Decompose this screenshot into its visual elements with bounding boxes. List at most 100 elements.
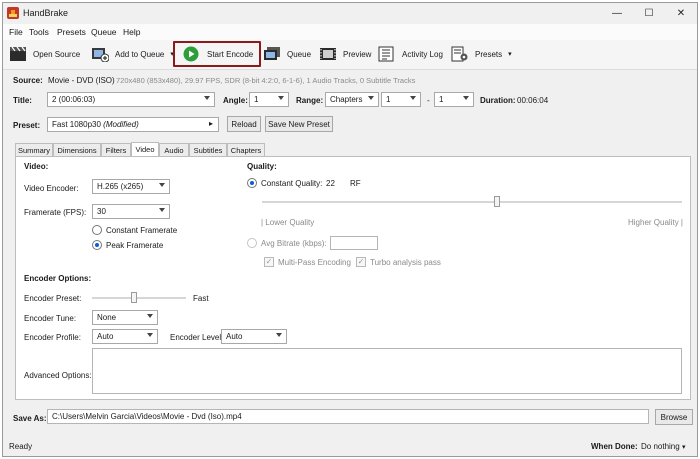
encoder-preset-slider-track[interactable] xyxy=(92,297,186,299)
peak-framerate-radio[interactable] xyxy=(92,240,102,250)
encoder-options-heading: Encoder Options: xyxy=(24,274,92,283)
title-label: Title: xyxy=(13,96,32,105)
quality-heading: Quality: xyxy=(247,162,277,171)
save-as-label: Save As: xyxy=(13,414,47,423)
chevron-down-icon xyxy=(278,96,284,100)
encoder-tune-label: Encoder Tune: xyxy=(24,314,77,323)
preview-button[interactable]: Preview xyxy=(319,44,371,64)
app-window: HandBrake — ☐ ✕ File Tools Presets Queue… xyxy=(2,2,698,457)
add-to-queue-button[interactable]: Add to Queue ▾ xyxy=(91,44,174,64)
tab-subtitles[interactable]: Subtitles xyxy=(189,143,227,156)
tab-dimensions[interactable]: Dimensions xyxy=(53,143,101,156)
save-as-path-input[interactable]: C:\Users\Melvin Garcia\Videos\Movie - Dv… xyxy=(47,409,649,424)
peak-framerate-label: Peak Framerate xyxy=(106,241,164,250)
video-encoder-select[interactable]: H.265 (x265) xyxy=(92,179,170,194)
title-select[interactable]: 2 (00:06:03) xyxy=(47,92,215,107)
range-type-select[interactable]: Chapters xyxy=(325,92,379,107)
chevron-down-icon xyxy=(410,96,416,100)
preset-selector[interactable]: Fast 1080p30 (Modified) ▸ xyxy=(47,117,219,132)
quality-slider-thumb[interactable] xyxy=(494,196,501,207)
source-label: Source: xyxy=(13,76,43,85)
tab-video[interactable]: Video xyxy=(131,142,159,156)
chevron-down-icon xyxy=(159,183,165,187)
chevron-down-icon xyxy=(159,208,165,212)
presets-dropdown-icon[interactable]: ▾ xyxy=(508,50,512,58)
constant-framerate-radio[interactable] xyxy=(92,225,102,235)
maximize-button[interactable]: ☐ xyxy=(633,3,665,23)
quality-slider-track[interactable] xyxy=(262,201,682,203)
tab-chapters[interactable]: Chapters xyxy=(227,143,265,156)
angle-label: Angle: xyxy=(223,96,248,105)
when-done-select[interactable]: Do nothing ▾ xyxy=(641,442,685,451)
activity-log-button[interactable]: Activity Log xyxy=(378,44,443,64)
open-source-button[interactable]: Open Source xyxy=(9,44,80,64)
angle-select[interactable]: 1 xyxy=(249,92,289,107)
tab-filters[interactable]: Filters xyxy=(101,143,131,156)
minimize-button[interactable]: — xyxy=(601,3,633,23)
range-to-select[interactable]: 1 xyxy=(434,92,474,107)
queue-button[interactable]: Queue xyxy=(263,44,311,64)
avg-bitrate-radio[interactable] xyxy=(247,238,257,248)
lower-quality-label: | Lower Quality xyxy=(261,218,315,227)
duration-value: 00:06:04 xyxy=(517,96,549,105)
film-clapper-icon xyxy=(10,46,26,61)
activity-log-icon xyxy=(378,46,394,62)
window-title: HandBrake xyxy=(23,8,69,18)
source-value: Movie - DVD (ISO) xyxy=(48,76,115,85)
chevron-down-icon xyxy=(204,96,210,100)
range-label: Range: xyxy=(296,96,324,105)
avg-bitrate-label: Avg Bitrate (kbps): xyxy=(261,239,327,248)
encoder-profile-select[interactable]: Auto xyxy=(92,329,158,344)
close-button[interactable]: ✕ xyxy=(665,3,697,23)
constant-quality-label: Constant Quality: xyxy=(261,179,323,188)
turbo-checkbox[interactable]: ✓ xyxy=(356,257,366,267)
toolbar: Open Source Add to Queue ▾ Start Encode xyxy=(3,40,697,70)
tab-audio[interactable]: Audio xyxy=(159,143,189,156)
chevron-down-icon xyxy=(463,96,469,100)
preview-film-icon xyxy=(320,48,336,60)
presets-gear-icon xyxy=(451,46,468,62)
menu-queue[interactable]: Queue xyxy=(91,27,117,37)
menu-help[interactable]: Help xyxy=(123,27,140,37)
status-text: Ready xyxy=(9,442,33,451)
constant-framerate-label: Constant Framerate xyxy=(106,226,178,235)
queue-icon xyxy=(264,47,280,60)
title-bar: HandBrake — ☐ ✕ xyxy=(3,3,697,23)
advanced-options-label: Advanced Options: xyxy=(24,371,92,380)
framerate-select[interactable]: 30 xyxy=(92,204,170,219)
menu-presets[interactable]: Presets xyxy=(57,27,86,37)
menu-tools[interactable]: Tools xyxy=(29,27,49,37)
encoder-tune-select[interactable]: None xyxy=(92,310,158,325)
presets-button[interactable]: Presets ▾ xyxy=(451,44,512,64)
video-heading: Video: xyxy=(24,162,49,171)
multipass-checkbox[interactable]: ✓ xyxy=(264,257,274,267)
encoder-preset-value: Fast xyxy=(193,294,209,303)
chevron-down-icon xyxy=(147,333,153,337)
avg-bitrate-input[interactable] xyxy=(330,236,378,250)
constant-quality-radio[interactable] xyxy=(247,178,257,188)
status-bar: Ready When Done: Do nothing ▾ xyxy=(3,438,697,456)
cq-value: 22 xyxy=(326,179,335,188)
handbrake-logo-icon xyxy=(7,7,19,19)
advanced-options-textarea[interactable] xyxy=(92,348,682,394)
encoder-preset-slider-thumb[interactable] xyxy=(131,292,138,303)
menu-file[interactable]: File xyxy=(9,27,23,37)
add-queue-icon xyxy=(92,48,109,62)
tab-summary[interactable]: Summary xyxy=(15,143,53,156)
range-from-select[interactable]: 1 xyxy=(381,92,421,107)
encoder-level-select[interactable]: Auto xyxy=(221,329,287,344)
browse-button[interactable]: Browse xyxy=(655,409,693,425)
range-dash: - xyxy=(427,96,430,105)
reload-button[interactable]: Reload xyxy=(227,116,261,132)
chevron-down-icon xyxy=(276,333,282,337)
save-new-preset-button[interactable]: Save New Preset xyxy=(265,116,333,132)
duration-label: Duration: xyxy=(480,96,516,105)
chevron-right-icon: ▸ xyxy=(208,119,213,128)
video-tab-panel: Video: Video Encoder: H.265 (x265) Frame… xyxy=(15,156,691,400)
preset-label: Preset: xyxy=(13,121,41,130)
chevron-down-icon xyxy=(147,314,153,318)
higher-quality-label: Higher Quality | xyxy=(628,218,683,227)
chevron-down-icon: ▾ xyxy=(681,444,686,451)
when-done-label: When Done: xyxy=(591,442,638,451)
encoder-profile-label: Encoder Profile: xyxy=(24,333,81,342)
